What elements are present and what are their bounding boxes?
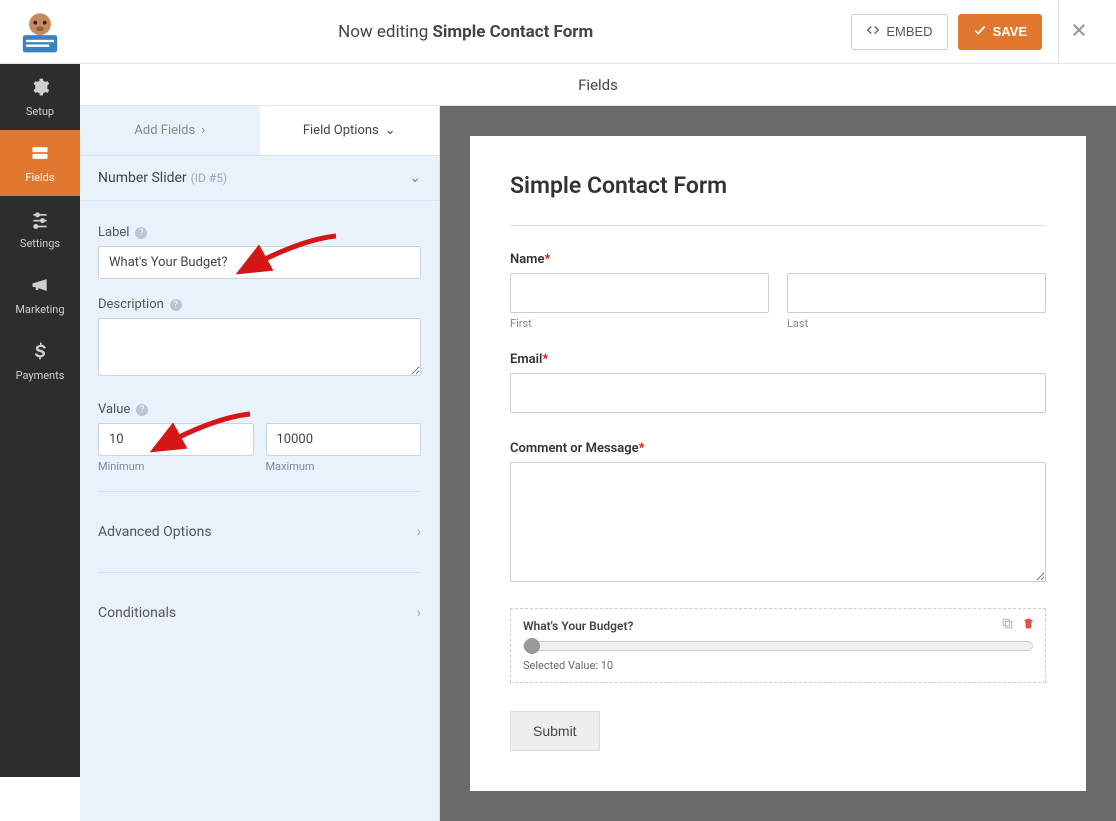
sidenav-setup[interactable]: Setup [0, 64, 80, 130]
first-name-input[interactable] [510, 273, 769, 313]
min-sublabel: Minimum [98, 460, 254, 473]
left-panel: Add Fields › Field Options ⌄ Number Slid… [80, 106, 440, 821]
section-title: Fields [80, 64, 1116, 106]
tab-field-options-label: Field Options [303, 123, 379, 138]
slider-track[interactable] [523, 641, 1033, 651]
slider-field-label: What's Your Budget? [523, 619, 1033, 633]
option-description-label: Description [98, 297, 164, 312]
embed-label: EMBED [886, 24, 932, 39]
sidenav-settings-label: Settings [20, 237, 60, 250]
sidenav-marketing-label: Marketing [15, 303, 64, 316]
chevron-down-icon: ⌄ [409, 170, 421, 186]
close-button[interactable] [1058, 0, 1098, 64]
label-input[interactable] [98, 246, 421, 279]
form-icon [30, 143, 50, 166]
name-field-label: Name [510, 252, 544, 267]
sliders-icon [30, 209, 50, 232]
max-sublabel: Maximum [266, 460, 422, 473]
first-name-sublabel: First [510, 317, 769, 330]
chevron-right-icon: › [417, 605, 421, 621]
chevron-right-icon: › [201, 123, 205, 138]
required-asterisk: * [544, 252, 550, 267]
advanced-options-label: Advanced Options [98, 524, 212, 540]
embed-button[interactable]: EMBED [851, 14, 947, 50]
close-icon [1070, 21, 1088, 43]
save-label: SAVE [993, 24, 1027, 39]
sidenav-payments[interactable]: Payments [0, 328, 80, 394]
field-title-row[interactable]: Number Slider (ID #5) ⌄ [80, 156, 439, 201]
email-field-label: Email [510, 352, 542, 367]
editing-prefix: Now editing [338, 22, 432, 42]
max-value-input[interactable] [266, 423, 422, 456]
slider-selected-value: Selected Value: 10 [523, 659, 1033, 672]
conditionals-label: Conditionals [98, 605, 176, 621]
tab-field-options[interactable]: Field Options ⌄ [260, 106, 440, 155]
description-input[interactable] [98, 318, 421, 376]
comment-field-label: Comment or Message [510, 441, 639, 456]
app-logo [0, 0, 80, 64]
bullhorn-icon [30, 275, 50, 298]
help-icon[interactable]: ? [136, 404, 148, 416]
required-asterisk: * [639, 441, 645, 456]
topbar: Now editing Simple Contact Form EMBED SA… [0, 0, 1116, 64]
tab-add-fields[interactable]: Add Fields › [80, 106, 260, 155]
sidenav-settings[interactable]: Settings [0, 196, 80, 262]
conditionals-row[interactable]: Conditionals › [98, 591, 421, 635]
submit-button[interactable]: Submit [510, 711, 600, 751]
chevron-right-icon: › [417, 524, 421, 540]
chevron-down-icon: ⌄ [385, 123, 396, 138]
save-button[interactable]: SAVE [958, 14, 1042, 50]
sidenav-fields-label: Fields [25, 171, 54, 184]
field-type-label: Number Slider [98, 170, 187, 186]
duplicate-icon[interactable] [1001, 617, 1014, 634]
tab-add-fields-label: Add Fields [134, 123, 195, 138]
option-value-label: Value [98, 402, 130, 417]
required-asterisk: * [542, 352, 548, 367]
min-value-input[interactable] [98, 423, 254, 456]
field-id: (ID #5) [191, 171, 228, 185]
trash-icon[interactable] [1022, 617, 1035, 634]
last-name-input[interactable] [787, 273, 1046, 313]
email-input[interactable] [510, 373, 1046, 413]
divider [98, 572, 421, 573]
help-icon[interactable]: ? [170, 299, 182, 311]
code-icon [866, 23, 880, 40]
sidenav: Setup Fields Settings Marketing Payments [0, 64, 80, 777]
slider-field[interactable]: What's Your Budget? Selected Value: 10 [510, 608, 1046, 683]
sidenav-marketing[interactable]: Marketing [0, 262, 80, 328]
check-icon [973, 23, 987, 40]
last-name-sublabel: Last [787, 317, 1046, 330]
divider [510, 225, 1046, 226]
page-title: Now editing Simple Contact Form [80, 22, 851, 42]
sidenav-setup-label: Setup [26, 105, 54, 118]
form-name: Simple Contact Form [432, 22, 593, 42]
dollar-icon [30, 341, 50, 364]
sidenav-fields[interactable]: Fields [0, 130, 80, 196]
preview-form-title: Simple Contact Form [510, 172, 1046, 199]
help-icon[interactable]: ? [135, 227, 147, 239]
form-card: Simple Contact Form Name* First Last [470, 136, 1086, 791]
preview-area: Simple Contact Form Name* First Last [440, 106, 1116, 821]
gear-icon [30, 77, 50, 100]
sidenav-payments-label: Payments [16, 369, 65, 382]
advanced-options-row[interactable]: Advanced Options › [98, 510, 421, 554]
option-label-label: Label [98, 225, 129, 240]
slider-thumb[interactable] [524, 638, 540, 654]
comment-input[interactable] [510, 462, 1046, 582]
divider [98, 491, 421, 492]
